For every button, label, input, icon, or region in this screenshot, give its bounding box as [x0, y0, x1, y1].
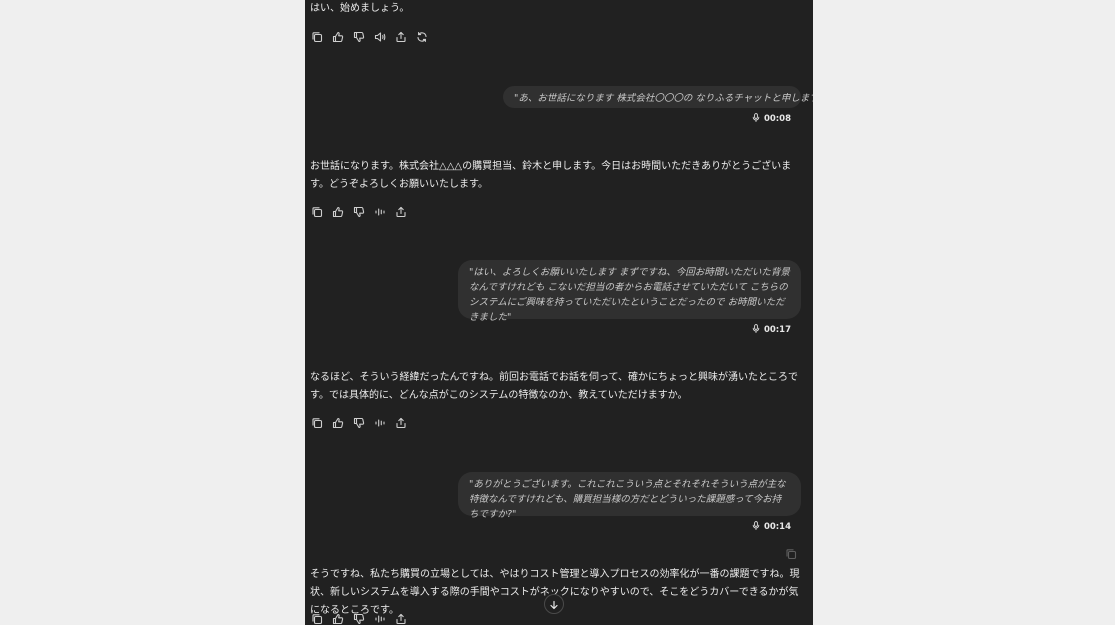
user-message-bubble: "あ、お世話になります 株式会社〇〇〇の なりふるチャットと申します" [503, 86, 813, 108]
share-icon[interactable] [394, 30, 408, 44]
voice-wave-icon[interactable] [373, 205, 387, 219]
speaker-icon[interactable] [373, 30, 387, 44]
copy-icon[interactable] [310, 416, 324, 430]
voice-wave-icon[interactable] [373, 612, 387, 625]
copy-icon[interactable] [310, 205, 324, 219]
assistant-message: はい、始めましょう。 [310, 3, 410, 14]
voice-wave-icon[interactable] [373, 416, 387, 430]
chat-panel: はい、始めましょう。 "あ、お世話になります 株式会社〇〇〇の なりふるチャット… [305, 0, 813, 625]
thumbs-up-icon[interactable] [331, 30, 345, 44]
thumbs-down-icon[interactable] [352, 30, 366, 44]
copy-icon[interactable] [310, 612, 324, 625]
voice-duration: 00:17 [752, 324, 791, 336]
duration-label: 00:08 [763, 114, 791, 124]
duration-label: 00:14 [763, 522, 791, 532]
assistant-message: お世話になります。株式会社△△△の購買担当、鈴木と申します。今日はお時間いただき… [310, 161, 792, 190]
copy-icon[interactable] [785, 545, 797, 560]
thumbs-up-icon[interactable] [331, 416, 345, 430]
message-actions [310, 416, 408, 430]
voice-duration: 00:14 [752, 521, 791, 533]
thumbs-down-icon[interactable] [352, 416, 366, 430]
user-message-bubble: "はい、よろしくお願いいたします まずですね、今回お時間いただいた背景なんですけ… [458, 260, 801, 323]
thumbs-up-icon[interactable] [331, 205, 345, 219]
page: はい、始めましょう。 "あ、お世話になります 株式会社〇〇〇の なりふるチャット… [0, 0, 1115, 625]
message-actions [310, 205, 408, 219]
message-actions [310, 30, 429, 44]
duration-label: 00:17 [763, 325, 791, 335]
regenerate-icon[interactable] [415, 30, 429, 44]
assistant-message: なるほど、そういう経緯だったんですね。前回お電話でお話を伺って、確かにちょっと興… [310, 372, 798, 401]
mic-icon [752, 324, 760, 336]
user-message-bubble: "ありがとうございます。これこれこういう点とそれそれそういう点が主な特徴なんです… [458, 472, 801, 520]
share-icon[interactable] [394, 612, 408, 625]
scroll-to-bottom-button[interactable] [544, 594, 564, 614]
voice-duration: 00:08 [752, 113, 791, 125]
mic-icon [752, 113, 760, 125]
share-icon[interactable] [394, 416, 408, 430]
mic-icon [752, 521, 760, 533]
arrow-down-icon [549, 595, 559, 614]
thumbs-up-icon[interactable] [331, 612, 345, 625]
share-icon[interactable] [394, 205, 408, 219]
thumbs-down-icon[interactable] [352, 205, 366, 219]
message-actions [310, 612, 408, 625]
copy-icon[interactable] [310, 30, 324, 44]
thumbs-down-icon[interactable] [352, 612, 366, 625]
